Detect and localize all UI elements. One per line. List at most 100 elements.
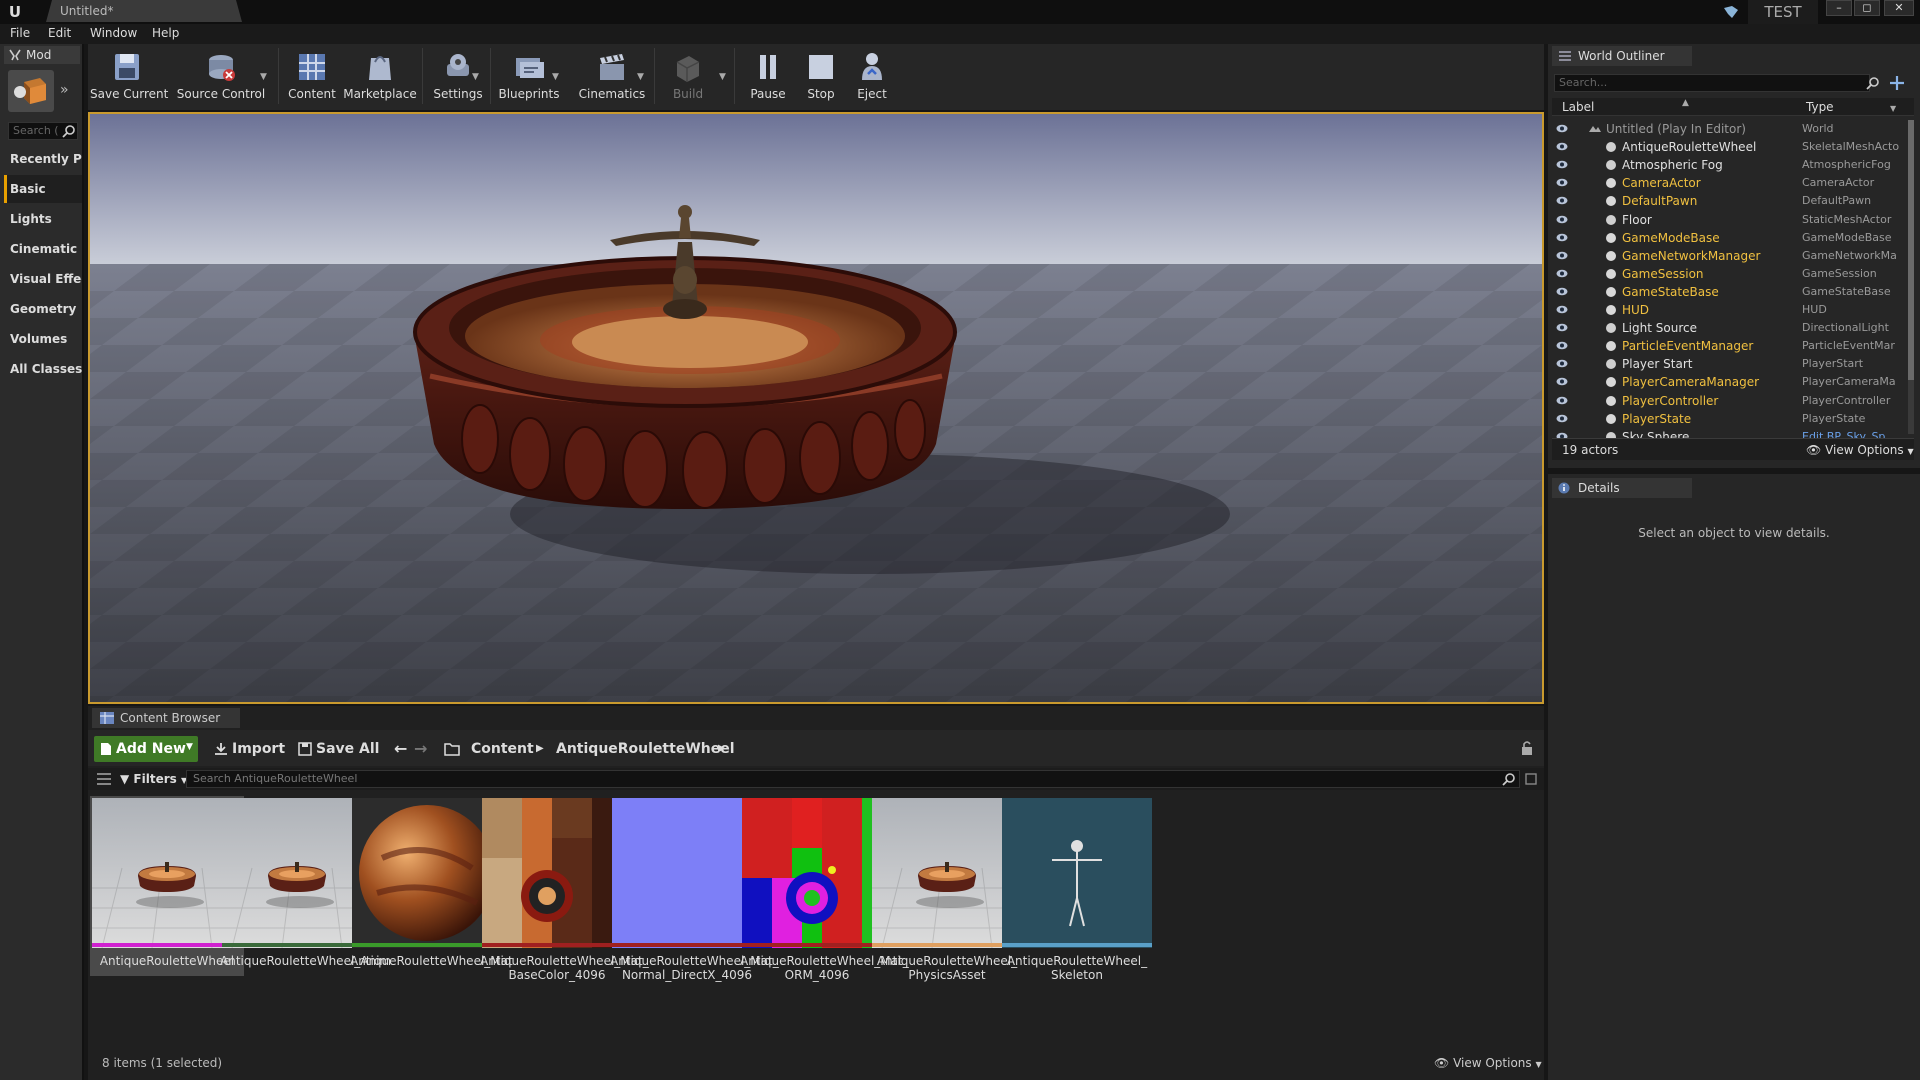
outliner-row[interactable]: PlayerController PlayerController [1552,392,1908,410]
content-view-options-button[interactable]: 👁 View Options ▼ [1434,1056,1542,1070]
stop-button[interactable]: Stop [796,44,846,108]
outliner-row[interactable]: GameSession GameSession [1552,265,1908,283]
maximize-button[interactable]: ◻ [1854,0,1880,16]
visibility-eye-icon[interactable] [1556,178,1568,187]
outliner-row[interactable]: GameNetworkManager GameNetworkMa [1552,247,1908,265]
menu-help[interactable]: Help [152,26,179,40]
build-dropdown-icon[interactable]: ▼ [719,72,726,82]
details-tab[interactable]: Details [1552,478,1692,498]
outliner-row[interactable]: PlayerState PlayerState [1552,410,1908,428]
build-button[interactable]: Build [658,44,718,108]
visibility-eye-icon[interactable] [1556,377,1568,386]
modes-category-recently-placed[interactable]: Recently Pla [4,145,82,173]
viewport-scene[interactable] [90,114,1542,702]
visibility-eye-icon[interactable] [1556,323,1568,332]
menu-edit[interactable]: Edit [48,26,71,40]
notification-icon[interactable] [1722,4,1740,20]
visibility-eye-icon[interactable] [1556,341,1568,350]
content-browser-filter-bar: ▼ Filters ▼ Search AntiqueRouletteWheel [88,768,1544,790]
filters-button[interactable]: ▼ Filters ▼ [120,770,187,790]
save-current-button[interactable]: Save Current [90,44,168,108]
outliner-scrollbar[interactable] [1908,120,1914,434]
lock-icon[interactable] [1520,740,1534,756]
visibility-eye-icon[interactable] [1556,142,1568,151]
outliner-row[interactable]: PlayerCameraManager PlayerCameraMa [1552,373,1908,391]
visibility-eye-icon[interactable] [1556,396,1568,405]
asset-tile[interactable]: AntiqueRouletteWheel_ Skeleton [1000,796,1154,982]
add-actor-icon[interactable] [1888,74,1906,92]
label-column-header[interactable]: Label [1562,100,1594,114]
visibility-eye-icon[interactable] [1556,160,1568,169]
visibility-eye-icon[interactable] [1556,269,1568,278]
visibility-eye-icon[interactable] [1556,215,1568,224]
world-outliner-tab[interactable]: World Outliner [1552,46,1692,66]
source-control-dropdown-icon[interactable]: ▼ [260,72,267,82]
blueprints-dropdown-icon[interactable]: ▼ [552,72,559,82]
modes-category-basic[interactable]: Basic [4,175,82,203]
outliner-scrollbar-thumb[interactable] [1908,120,1914,380]
breadcrumb-antiqueroulettewheel[interactable]: AntiqueRouletteWheel [556,736,735,762]
outliner-row[interactable]: Player Start PlayerStart [1552,355,1908,373]
outliner-row[interactable]: Light Source DirectionalLight [1552,319,1908,337]
save-all-button[interactable]: Save All [316,736,379,762]
modes-category-cinematic[interactable]: Cinematic [4,235,82,263]
content-button[interactable]: Content [282,44,342,108]
outliner-row[interactable]: CameraActor CameraActor [1552,174,1908,192]
outliner-row[interactable]: Floor StaticMeshActor [1552,211,1908,229]
modes-category-all-classes[interactable]: All Classes [4,355,82,383]
outliner-row[interactable]: Sky Sphere Edit BP_Sky_Sp [1552,428,1908,438]
outliner-row[interactable]: DefaultPawn DefaultPawn [1552,192,1908,210]
outliner-search-input[interactable]: Search... [1554,74,1870,92]
asset-thumbnail [1002,798,1152,948]
outliner-row[interactable]: GameStateBase GameStateBase [1552,283,1908,301]
menu-window[interactable]: Window [90,26,137,40]
place-mode-icon[interactable] [8,70,54,112]
visibility-eye-icon[interactable] [1556,233,1568,242]
save-search-icon[interactable] [1524,772,1538,786]
visibility-eye-icon[interactable] [1556,305,1568,314]
modes-category-geometry[interactable]: Geometry [4,295,82,323]
modes-category-lights[interactable]: Lights [4,205,82,233]
visibility-eye-icon[interactable] [1556,359,1568,368]
toolbar-separator [734,48,735,104]
visibility-eye-icon[interactable] [1556,287,1568,296]
marketplace-button[interactable]: Marketplace [340,44,420,108]
visibility-eye-icon[interactable] [1556,124,1568,133]
minimize-button[interactable]: – [1826,0,1852,16]
back-arrow-icon[interactable]: ← [394,736,407,762]
content-browser-tab[interactable]: Content Browser [92,708,240,728]
visibility-eye-icon[interactable] [1556,251,1568,260]
outliner-view-options-button[interactable]: 👁 View Options ▼ [1806,443,1914,457]
settings-button[interactable]: Settings [426,44,490,108]
type-column-header[interactable]: Type [1806,100,1834,114]
menu-file[interactable]: File [10,26,30,40]
forward-arrow-icon[interactable]: → [414,736,427,762]
outliner-row[interactable]: Atmospheric Fog AtmosphericFog [1552,156,1908,174]
document-tab[interactable]: Untitled* [46,0,242,22]
settings-dropdown-icon[interactable]: ▼ [472,72,479,82]
content-search-input[interactable]: Search AntiqueRouletteWheel [186,770,1520,788]
visibility-eye-icon[interactable] [1556,432,1568,438]
eject-button[interactable]: Eject [844,44,900,108]
visibility-eye-icon[interactable] [1556,196,1568,205]
actor-type: GameNetworkMa [1802,248,1897,262]
cinematics-dropdown-icon[interactable]: ▼ [637,72,644,82]
import-button[interactable]: Import [232,736,285,762]
outliner-row[interactable]: AntiqueRouletteWheel SkeletalMeshActo [1552,138,1908,156]
add-new-dropdown-icon[interactable]: ▼ [186,742,193,752]
visibility-eye-icon[interactable] [1556,414,1568,423]
outliner-row[interactable]: GameModeBase GameModeBase [1552,229,1908,247]
source-control-button[interactable]: Source Control [176,44,266,108]
modes-category-visual-effects[interactable]: Visual Effect [4,265,82,293]
breadcrumb-content[interactable]: Content [471,736,534,762]
pause-button[interactable]: Pause [740,44,796,108]
outliner-row[interactable]: ParticleEventManager ParticleEventMar [1552,337,1908,355]
type-dropdown-icon[interactable]: ▼ [1890,104,1896,113]
level-viewport[interactable] [88,112,1544,704]
outliner-row[interactable]: HUD HUD [1552,301,1908,319]
modes-category-volumes[interactable]: Volumes [4,325,82,353]
expand-modes-icon[interactable]: » [60,82,69,98]
close-button[interactable]: ✕ [1884,0,1914,16]
sources-panel-icon[interactable] [96,772,112,786]
outliner-row[interactable]: Untitled (Play In Editor) World [1552,120,1908,138]
